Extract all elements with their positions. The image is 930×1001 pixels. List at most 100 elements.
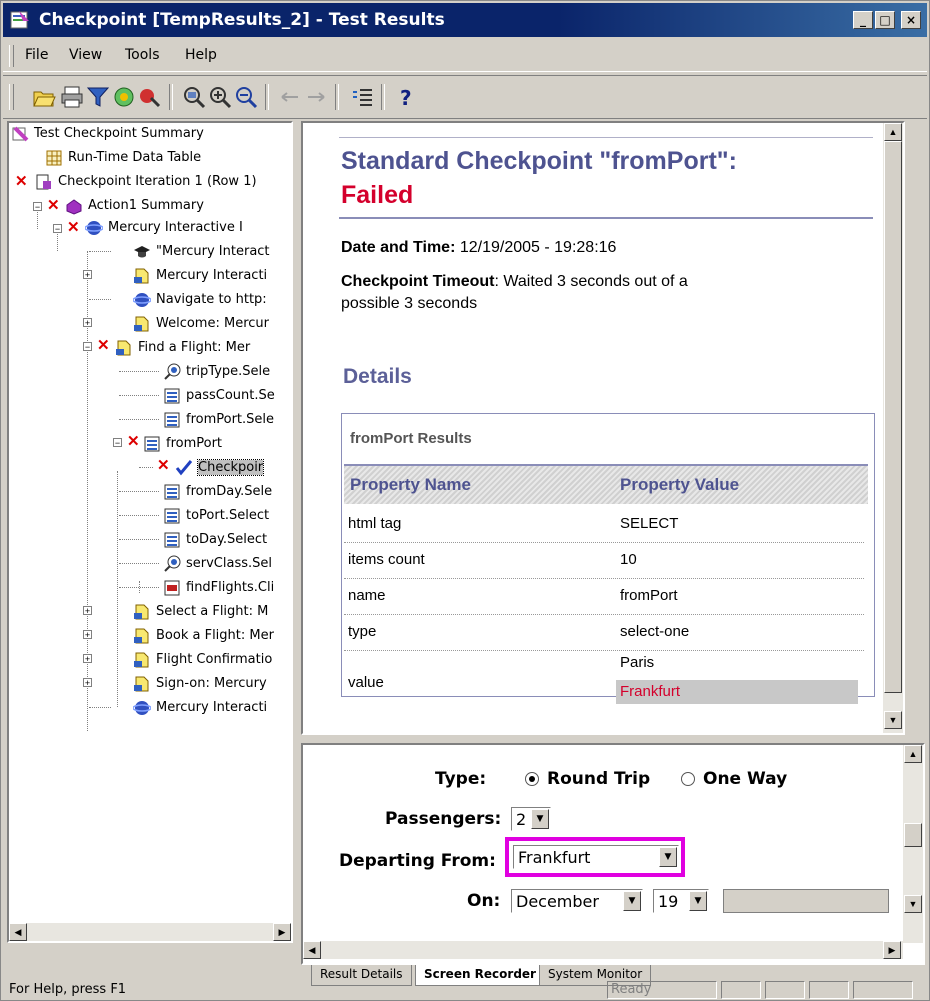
screen-vertical-scrollbar[interactable]: ▲ ▼ xyxy=(903,745,923,943)
menu-tools[interactable]: Tools xyxy=(125,47,160,63)
zoom-icon[interactable] xyxy=(181,84,207,110)
tree-item-fromport[interactable]: fromPort xyxy=(143,433,222,455)
collapse-toggle[interactable]: − xyxy=(33,202,42,212)
scroll-up-button[interactable]: ▲ xyxy=(884,123,902,141)
tree-item-find-flight[interactable]: Find a Flight: Mer xyxy=(115,337,250,359)
table-row: value Paris Frankfurt xyxy=(344,650,864,706)
tree-item-step[interactable]: tripType.Sele xyxy=(163,361,270,383)
tree-item-page[interactable]: Flight Confirmatio xyxy=(133,649,272,671)
month-select[interactable]: December ▼ xyxy=(511,889,643,913)
expand-toggle[interactable]: + xyxy=(83,606,92,616)
close-button[interactable]: × xyxy=(901,11,921,29)
tree-item-page[interactable]: Book a Flight: Mer xyxy=(133,625,274,647)
tree-item-test-summary[interactable]: Test Checkpoint Summary xyxy=(11,123,204,145)
results-table-header: Property Name Property Value xyxy=(344,464,868,504)
graduation-cap-icon xyxy=(134,246,150,258)
tree-item-iteration[interactable]: Checkpoint Iteration 1 (Row 1) xyxy=(35,171,257,193)
tree-item-page[interactable]: Mercury Interacti xyxy=(133,265,267,287)
tree-item-step[interactable]: fromPort.Sele xyxy=(163,409,274,431)
tree-item-checkpoint[interactable]: Checkpoir xyxy=(175,457,265,479)
menu-file[interactable]: File xyxy=(25,47,48,63)
help-icon[interactable]: ? xyxy=(393,84,419,110)
failed-x-icon: ✕ xyxy=(157,457,170,474)
list-step-icon xyxy=(164,532,180,548)
print-icon[interactable] xyxy=(59,84,85,110)
browser-icon xyxy=(133,293,151,307)
tree-item-browser[interactable]: Mercury Interacti xyxy=(133,697,267,719)
tree-line xyxy=(139,467,153,468)
departing-from-label: Departing From: xyxy=(339,851,496,871)
window-title: Checkpoint [TempResults_2] - Test Result… xyxy=(39,10,445,30)
expand-toggle[interactable]: + xyxy=(83,318,92,328)
collapse-toggle[interactable]: − xyxy=(83,342,92,352)
gray-box xyxy=(723,889,889,913)
tree-item-step[interactable]: findFlights.Cli xyxy=(163,577,274,599)
scroll-down-button[interactable]: ▼ xyxy=(884,711,902,729)
collapse-toggle[interactable]: − xyxy=(53,224,62,234)
tree-item-page[interactable]: Select a Flight: M xyxy=(133,601,268,623)
failed-x-icon: ✕ xyxy=(97,337,110,354)
expand-toggle[interactable]: + xyxy=(83,270,92,280)
tree-horizontal-scrollbar[interactable]: ◀ ▶ xyxy=(9,923,291,941)
scroll-thumb[interactable] xyxy=(884,141,902,693)
scroll-left-button[interactable]: ◀ xyxy=(9,923,27,941)
tree-item-action-summary[interactable]: Action1 Summary xyxy=(65,195,204,217)
page-icon xyxy=(134,676,149,692)
find-icon[interactable] xyxy=(111,84,137,110)
scroll-right-button[interactable]: ▶ xyxy=(883,941,901,959)
page-icon xyxy=(134,652,149,668)
collapse-toggle[interactable]: − xyxy=(113,438,122,448)
screen-horizontal-scrollbar[interactable]: ◀ ▶ xyxy=(303,941,903,959)
zoom-in-icon[interactable] xyxy=(207,84,233,110)
scroll-left-button[interactable]: ◀ xyxy=(303,941,321,959)
expand-toggle[interactable]: + xyxy=(83,630,92,640)
expand-toggle[interactable]: + xyxy=(83,678,92,688)
tree-item-step[interactable]: toPort.Select xyxy=(163,505,269,527)
scroll-thumb[interactable] xyxy=(904,823,922,847)
maximize-button[interactable]: □ xyxy=(875,11,895,29)
scroll-right-button[interactable]: ▶ xyxy=(273,923,291,941)
one-way-radio[interactable] xyxy=(681,772,695,786)
expand-toggle[interactable]: + xyxy=(83,654,92,664)
report-icon[interactable] xyxy=(137,84,163,110)
round-trip-radio[interactable] xyxy=(525,772,539,786)
forward-icon[interactable] xyxy=(303,84,329,110)
list-step-icon xyxy=(144,436,160,452)
tree-line xyxy=(119,419,159,420)
departing-from-select[interactable]: Frankfurt ▼ xyxy=(513,845,679,869)
checkpoint-timeout-cont: possible 3 seconds xyxy=(341,295,478,312)
tree-item-page[interactable]: Welcome: Mercur xyxy=(133,313,269,335)
checkpoint-icon xyxy=(175,460,193,476)
round-trip-label: Round Trip xyxy=(547,769,651,789)
tree-item-data-table[interactable]: Run-Time Data Table xyxy=(45,147,201,169)
failed-x-icon: ✕ xyxy=(15,173,28,190)
radio-step-icon xyxy=(164,363,181,380)
results-title: fromPort Results xyxy=(350,430,472,447)
tree-item-page-title[interactable]: "Mercury Interact xyxy=(133,241,270,263)
tree-item-page[interactable]: Sign-on: Mercury xyxy=(133,673,267,695)
results-tree[interactable]: Test Checkpoint Summary Run-Time Data Ta… xyxy=(7,121,293,943)
tree-item-step[interactable]: passCount.Se xyxy=(163,385,275,407)
expand-icon[interactable] xyxy=(349,84,375,110)
title-bar[interactable]: Checkpoint [TempResults_2] - Test Result… xyxy=(3,3,927,37)
open-icon[interactable] xyxy=(31,84,57,110)
day-select[interactable]: 19 ▼ xyxy=(653,889,709,913)
tree-item-step[interactable]: toDay.Select xyxy=(163,529,267,551)
zoom-out-icon[interactable] xyxy=(233,84,259,110)
back-icon[interactable] xyxy=(277,84,303,110)
action-icon xyxy=(66,199,82,215)
tree-item-step[interactable]: servClass.Sel xyxy=(163,553,272,575)
tree-item-browser[interactable]: Mercury Interactive I xyxy=(85,217,243,239)
tree-item-navigate[interactable]: Navigate to http: xyxy=(133,289,267,311)
menu-view[interactable]: View xyxy=(69,47,102,63)
filter-icon[interactable] xyxy=(85,84,111,110)
passengers-select[interactable]: 2 ▼ xyxy=(511,807,551,831)
scroll-up-button[interactable]: ▲ xyxy=(904,745,922,763)
toolbar-separator xyxy=(335,84,339,110)
minimize-button[interactable]: _ xyxy=(853,11,873,29)
scroll-down-button[interactable]: ▼ xyxy=(904,895,922,913)
menu-help[interactable]: Help xyxy=(185,47,217,63)
tree-item-step[interactable]: fromDay.Sele xyxy=(163,481,272,503)
details-vertical-scrollbar[interactable]: ▲ ▼ xyxy=(883,123,903,733)
table-row: items count 10 xyxy=(344,542,864,579)
